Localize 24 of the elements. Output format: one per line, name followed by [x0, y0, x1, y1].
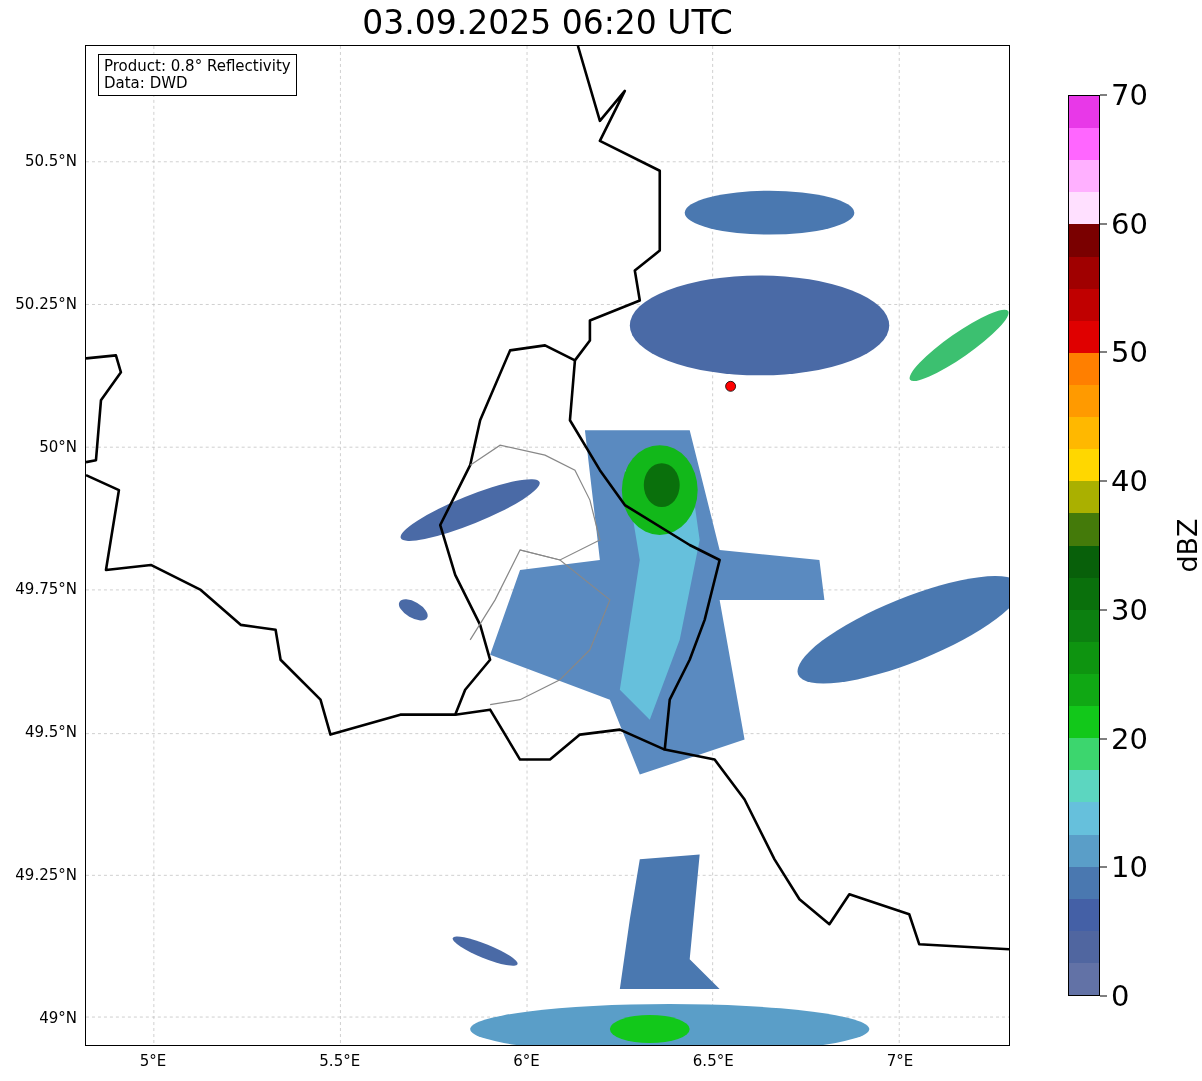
chart-title: 03.09.2025 06:20 UTC [362, 6, 733, 39]
colorbar-tick-label: 70 [1100, 80, 1148, 110]
colorbar-tick-label: 10 [1100, 852, 1148, 882]
latitude-label: 49.75°N [15, 580, 77, 599]
latitude-label: 50°N [39, 437, 77, 456]
latitude-label: 50.5°N [24, 152, 77, 170]
colorbar-tick-label: 30 [1100, 595, 1148, 625]
colorbar-tick-label: 20 [1100, 724, 1148, 754]
info-text: Product: 0.8° Reflectivity [104, 58, 291, 75]
colorbar-tick-label: 60 [1100, 209, 1148, 239]
latitude-label: 49.5°N [24, 723, 77, 742]
longitude-label: 5.5°E [319, 1052, 361, 1070]
longitude-label: 5°E [139, 1052, 167, 1070]
latitude-label: 50.25°N [15, 294, 77, 313]
latitude-label: 49°N [39, 1008, 77, 1027]
longitude-label: 6.5°E [692, 1052, 734, 1070]
longitude-label: 7°E [886, 1052, 914, 1070]
colorbar-label: dBZ [1171, 518, 1202, 573]
colorbar-tick-label: 40 [1100, 466, 1148, 496]
latitude-label: 49.25°N [15, 866, 77, 884]
info-text: Data: DWD [104, 75, 189, 92]
colorbar-tick-label: 50 [1100, 337, 1148, 367]
colorbar-tick-label: 0 [1100, 981, 1130, 1011]
longitude-label: 6°E [513, 1052, 540, 1070]
